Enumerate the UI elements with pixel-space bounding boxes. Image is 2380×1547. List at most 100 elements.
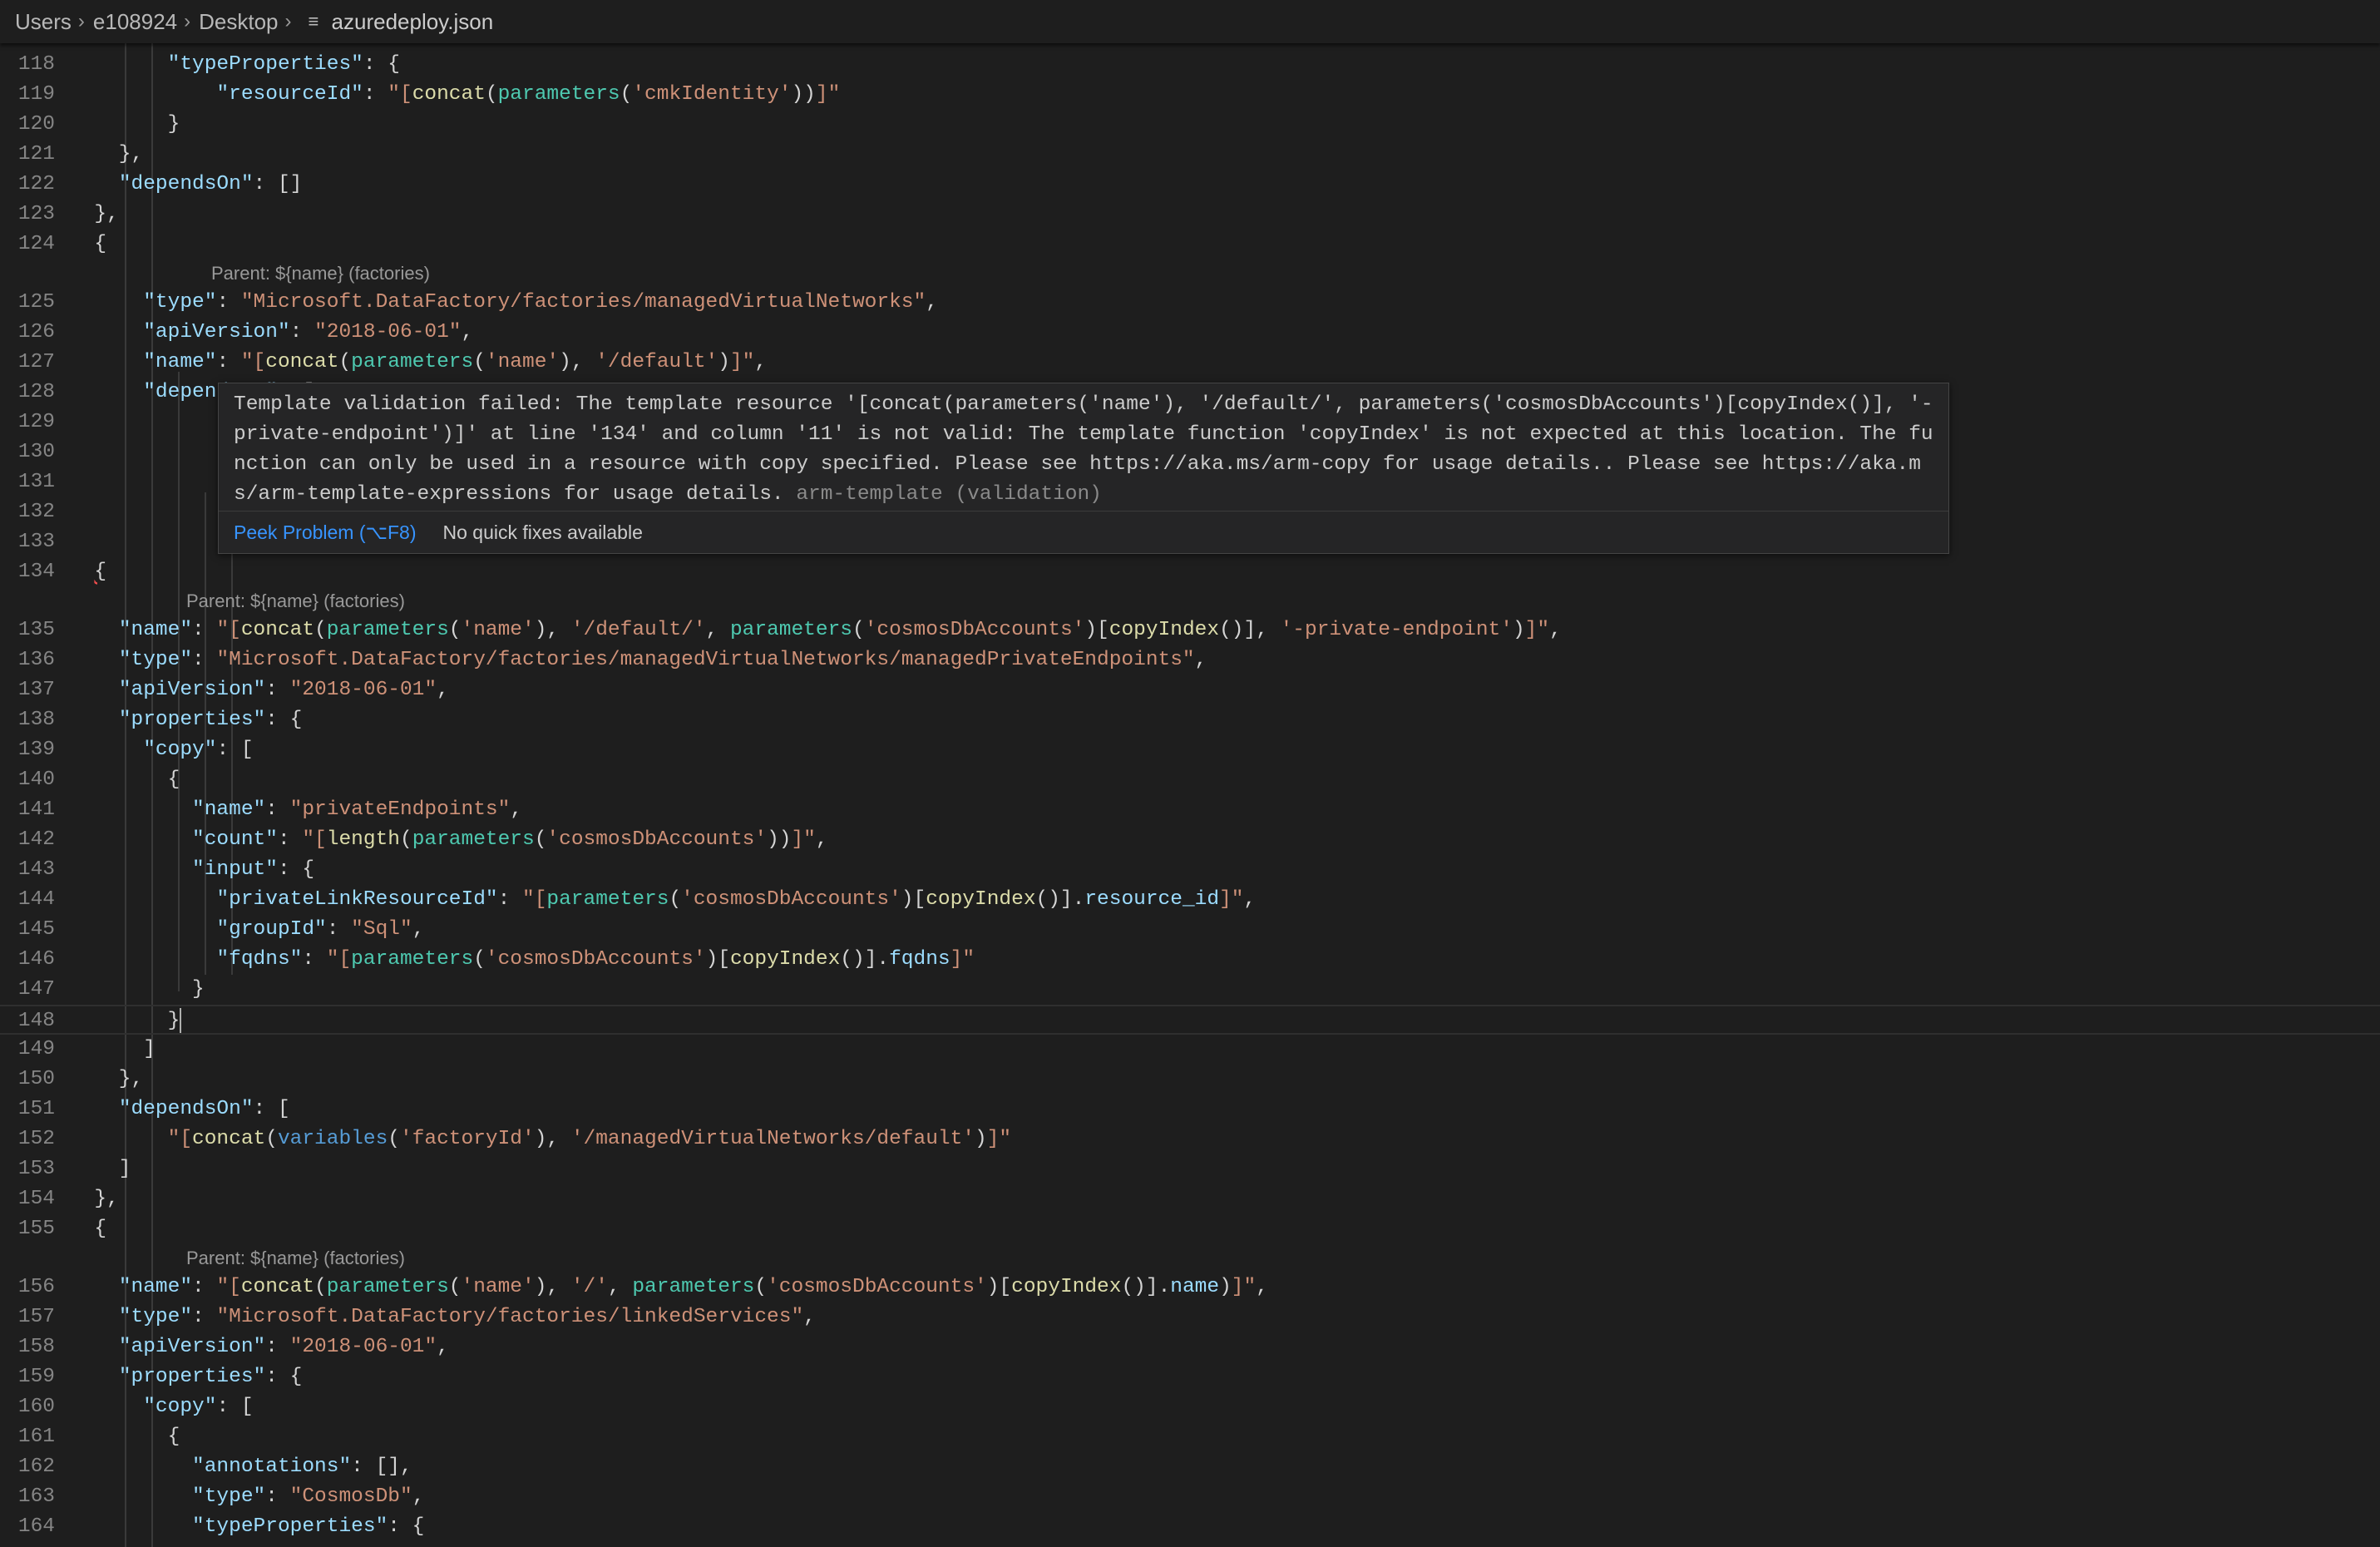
code-line[interactable]: 141 "name": "privateEndpoints", [0, 795, 2380, 825]
code-line[interactable]: 144 "privateLinkResourceId": "[parameter… [0, 885, 2380, 915]
line-number: 154 [17, 1188, 55, 1210]
line-number: 129 [17, 411, 55, 433]
code-line[interactable]: 118 "typeProperties": { [0, 50, 2380, 80]
code-token: '/managedVirtualNetworks/default' [570, 1128, 975, 1150]
line-number: 152 [17, 1128, 55, 1150]
code-token: parameters [729, 619, 852, 641]
code-lens-parent[interactable]: Parent: ${name} (factories) [211, 259, 430, 288]
code-token: parameters [326, 1276, 449, 1298]
code-token: , [1243, 888, 1257, 911]
code-line[interactable]: 146 "fqdns": "[parameters('cosmosDbAccou… [0, 945, 2380, 975]
code-text: "count": "[length(parameters('cosmosDbAc… [70, 825, 828, 855]
breadcrumb-item-file[interactable]: azuredeploy.json [332, 9, 494, 35]
code-line[interactable]: 162 "annotations": [], [0, 1452, 2380, 1482]
code-line[interactable]: 123 }, [0, 200, 2380, 230]
code-line[interactable]: 138 "properties": { [0, 705, 2380, 735]
code-token: ), [534, 1276, 571, 1298]
code-line[interactable]: 158 "apiVersion": "2018-06-01", [0, 1332, 2380, 1362]
code-line[interactable]: 125 "type": "Microsoft.DataFactory/facto… [0, 288, 2380, 318]
code-token: "resourceId" [216, 83, 363, 106]
code-token: }, [70, 203, 119, 225]
peek-problem-link[interactable]: Peek Problem (⌥F8) [234, 521, 417, 544]
code-line[interactable]: 120 } [0, 110, 2380, 140]
breadcrumb-item-desktop[interactable]: Desktop [199, 9, 278, 35]
code-line[interactable]: 143 "input": { [0, 855, 2380, 885]
code-line[interactable]: 148 } [0, 1005, 2380, 1035]
code-token: : [], [351, 1456, 412, 1478]
code-line[interactable]: 147 } [0, 975, 2380, 1005]
code-line[interactable]: 136 "type": "Microsoft.DataFactory/facto… [0, 645, 2380, 675]
code-text: "groupId": "Sql", [70, 915, 424, 945]
code-token: , [461, 321, 474, 344]
code-token: { [70, 1426, 180, 1448]
code-line[interactable]: 155 { [0, 1214, 2380, 1244]
code-line[interactable]: 157 "type": "Microsoft.DataFactory/facto… [0, 1302, 2380, 1332]
code-token: "name" [192, 798, 266, 821]
code-token: "type" [118, 649, 193, 671]
code-line[interactable]: 142 "count": "[length(parameters('cosmos… [0, 825, 2380, 855]
code-token: : [265, 679, 290, 701]
code-line[interactable]: 152 "[concat(variables('factoryId'), '/m… [0, 1124, 2380, 1154]
line-number: 121 [17, 143, 55, 166]
error-message: Template validation failed: The template… [219, 383, 1948, 510]
code-line[interactable]: 151 "dependsOn": [ [0, 1095, 2380, 1124]
code-text: "resourceId": "[concat(parameters('cmkId… [70, 80, 840, 110]
code-line[interactable]: 150 }, [0, 1065, 2380, 1095]
code-token: ( [448, 619, 462, 641]
code-token: }, [70, 1188, 119, 1210]
code-line[interactable]: 119 "resourceId": "[concat(parameters('c… [0, 80, 2380, 110]
code-line[interactable]: 134 { [0, 557, 2380, 587]
code-line[interactable]: 135 "name": "[concat(parameters('name'),… [0, 615, 2380, 645]
code-line[interactable]: 163 "type": "CosmosDb", [0, 1482, 2380, 1512]
line-number: 144 [17, 888, 55, 911]
line-number: 138 [17, 709, 55, 731]
code-line[interactable]: 145 "groupId": "Sql", [0, 915, 2380, 945]
line-number: 162 [17, 1456, 55, 1478]
code-line[interactable]: 127 "name": "[concat(parameters('name'),… [0, 348, 2380, 378]
line-number: 143 [17, 858, 55, 881]
code-line[interactable]: 137 "apiVersion": "2018-06-01", [0, 675, 2380, 705]
code-token: "dependsOn" [118, 173, 254, 195]
code-line[interactable]: 139 "copy": [ [0, 735, 2380, 765]
code-token: copyIndex [1011, 1276, 1122, 1298]
code-line[interactable]: 164 "typeProperties": { [0, 1512, 2380, 1542]
code-token: : { [265, 1366, 303, 1388]
code-lens-parent[interactable]: Parent: ${name} (factories) [186, 587, 405, 615]
code-token: , [437, 679, 449, 701]
code-line[interactable]: 153 ] [0, 1154, 2380, 1184]
error-squiggle[interactable]: { [94, 561, 106, 583]
code-line[interactable]: 126 "apiVersion": "2018-06-01", [0, 318, 2380, 348]
code-line[interactable]: 121 }, [0, 140, 2380, 170]
breadcrumb-item-users[interactable]: Users [15, 9, 72, 35]
code-line[interactable]: 149 ] [0, 1035, 2380, 1065]
code-token: "count" [192, 828, 278, 851]
line-number: 136 [17, 649, 55, 671]
code-editor[interactable]: 118 "typeProperties": {119 "resourceId":… [0, 43, 2380, 1547]
code-token: 'name' [461, 619, 535, 641]
code-line[interactable]: 140 { [0, 765, 2380, 795]
code-lens-parent[interactable]: Parent: ${name} (factories) [186, 1244, 405, 1273]
code-line[interactable]: 161 { [0, 1422, 2380, 1452]
code-line[interactable]: 156 "name": "[concat(parameters('name'),… [0, 1273, 2380, 1302]
code-line[interactable]: 154 }, [0, 1184, 2380, 1214]
code-token: "[ [522, 888, 547, 911]
code-token: ( [448, 1276, 462, 1298]
chevron-right-icon: › [184, 10, 191, 32]
problem-hover-widget[interactable]: Template validation failed: The template… [218, 383, 1949, 554]
code-line[interactable]: 122 "dependsOn": [] [0, 170, 2380, 200]
code-token: parameters [351, 948, 474, 971]
code-line[interactable]: 124 { [0, 230, 2380, 259]
breadcrumb-item-user[interactable]: e108924 [93, 9, 177, 35]
code-line[interactable]: 160 "copy": [ [0, 1392, 2380, 1422]
code-line[interactable]: 159 "properties": { [0, 1362, 2380, 1392]
code-token: , [1256, 1276, 1268, 1298]
code-token: resource_id [1084, 888, 1220, 911]
